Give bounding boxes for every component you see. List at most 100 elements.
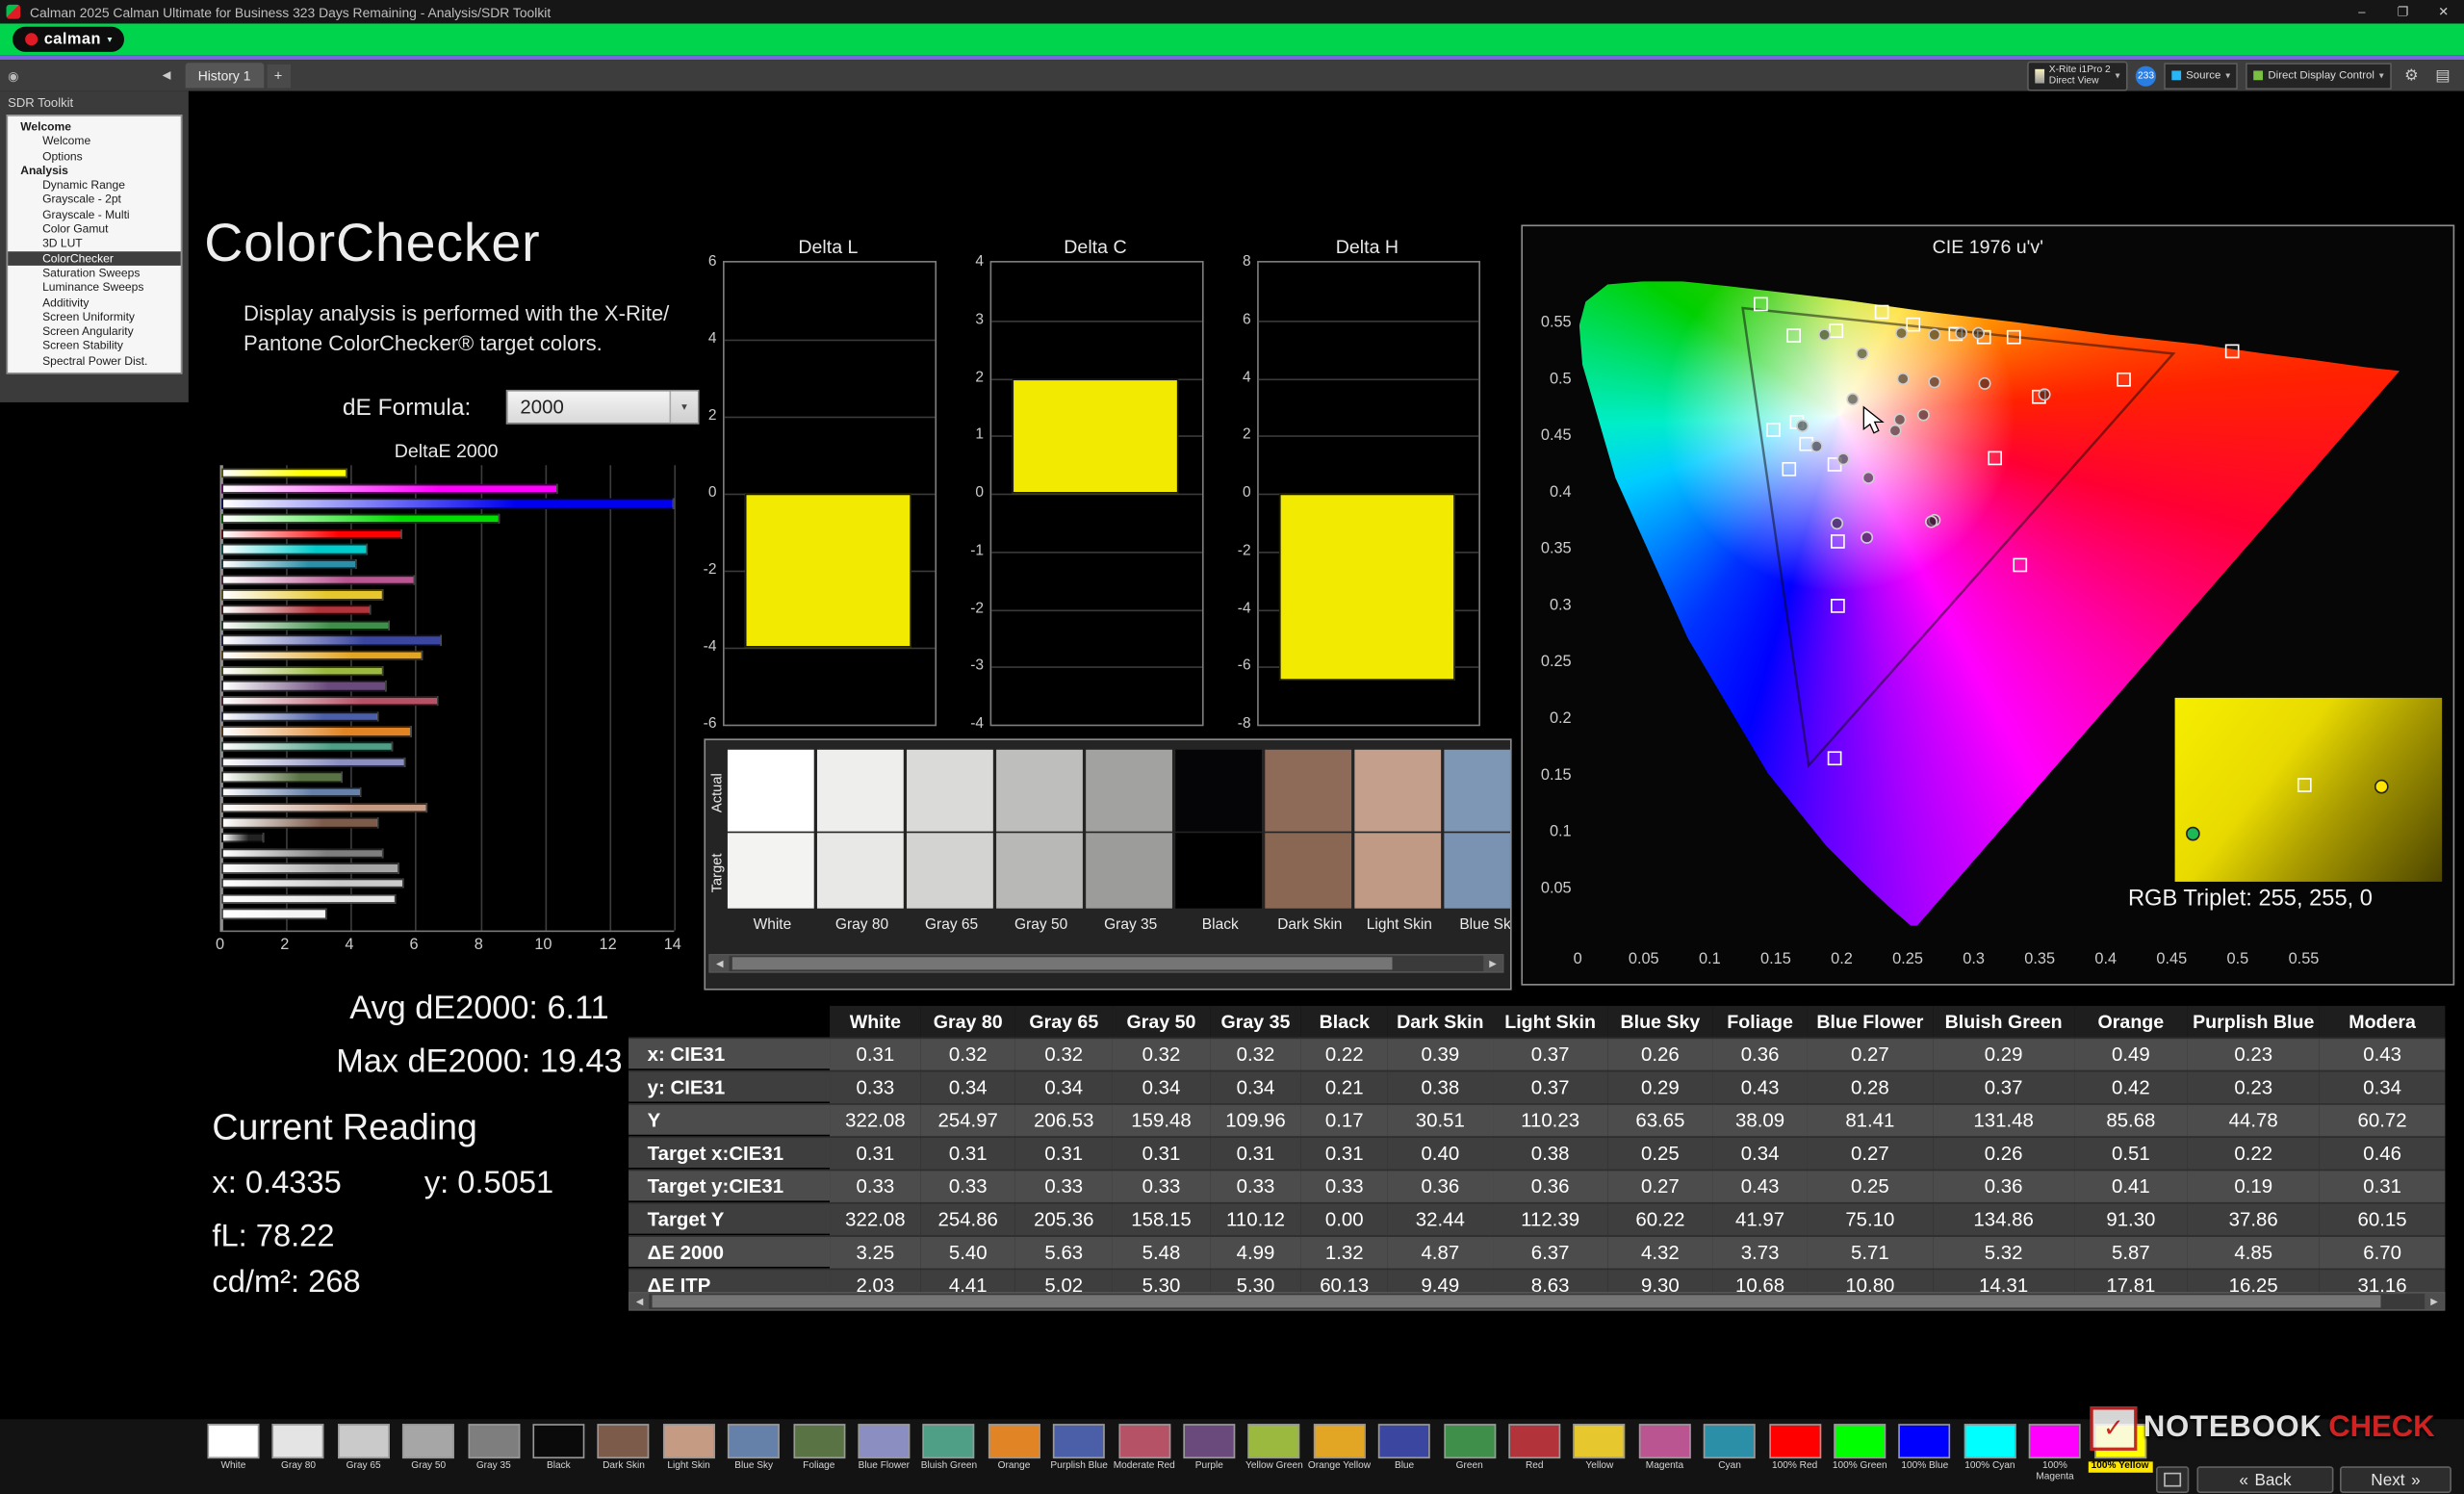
sidebar-item-spectral-power-dist[interactable]: Spectral Power Dist. — [8, 353, 181, 368]
table-row-label-y: Y — [629, 1103, 830, 1135]
session-icon[interactable]: ◉ — [8, 68, 18, 83]
close-button[interactable]: ✕ — [2424, 0, 2464, 23]
table-col-header-orange: Orange — [2074, 1006, 2188, 1038]
sidebar-item-saturation-sweeps[interactable]: Saturation Sweeps — [8, 266, 181, 280]
screen: Calman 2025 Calman Ultimate for Business… — [0, 0, 2464, 1494]
bottom-swatch-100-green[interactable] — [1834, 1424, 1886, 1458]
window-mode-button[interactable] — [2156, 1466, 2189, 1493]
table-cell: 6.37 — [1493, 1235, 1607, 1268]
bottom-swatch-label-100-green: 100% Green — [1828, 1461, 1892, 1472]
maximize-button[interactable]: ❐ — [2382, 0, 2423, 23]
bottom-swatch-red[interactable] — [1508, 1424, 1560, 1458]
bottom-swatch-100-magenta[interactable] — [2029, 1424, 2081, 1458]
bottom-swatch-black[interactable] — [532, 1424, 584, 1458]
table-cell: 322.08 — [830, 1202, 921, 1235]
sidebar-item-options[interactable]: Options — [8, 148, 181, 163]
bottom-swatch-yellow[interactable] — [1574, 1424, 1626, 1458]
bottom-swatch-yellow-green[interactable] — [1248, 1424, 1300, 1458]
minimize-button[interactable]: – — [2342, 0, 2382, 23]
cie-x-tick: 0.2 — [1818, 951, 1865, 968]
deltae-bar-gray-80 — [221, 894, 396, 904]
patch-strip-scrollbar-left-arrow[interactable]: ◀ — [710, 956, 730, 971]
display-control-selector[interactable]: Direct Display Control ▾ — [2246, 62, 2392, 89]
bottom-swatch-purple[interactable] — [1183, 1424, 1235, 1458]
bottom-swatch-blue[interactable] — [1378, 1424, 1430, 1458]
table-scrollbar-thumb[interactable] — [653, 1295, 2381, 1307]
bottom-swatch-gray-50[interactable] — [402, 1424, 454, 1458]
bottom-swatch-foliage[interactable] — [793, 1424, 845, 1458]
sidebar-item-color-gamut[interactable]: Color Gamut — [8, 221, 181, 236]
delta-y-tick: -2 — [952, 600, 984, 617]
table-scrollbar-left-arrow[interactable]: ◀ — [630, 1294, 650, 1309]
bottom-swatch-magenta[interactable] — [1639, 1424, 1691, 1458]
table-cell: 0.43 — [1713, 1070, 1808, 1103]
deltae-bar-purple — [221, 682, 386, 691]
sidebar-item-welcome[interactable]: Welcome — [8, 119, 181, 134]
sidebar-item-analysis[interactable]: Analysis — [8, 164, 181, 178]
bottom-swatch-gray-35[interactable] — [468, 1424, 520, 1458]
source-selector[interactable]: Source ▾ — [2164, 62, 2238, 89]
sidebar-item-screen-angularity[interactable]: Screen Angularity — [8, 324, 181, 339]
sidebar-item-grayscale-multi[interactable]: Grayscale - Multi — [8, 207, 181, 221]
sidebar-item-screen-uniformity[interactable]: Screen Uniformity — [8, 309, 181, 323]
next-button[interactable]: Next » — [2340, 1466, 2451, 1493]
table-cell: 0.38 — [1388, 1070, 1493, 1103]
table-cell: 60.15 — [2320, 1202, 2446, 1235]
patch-strip-scrollbar-right-arrow[interactable]: ▶ — [1483, 956, 1502, 971]
sidebar-item-luminance-sweeps[interactable]: Luminance Sweeps — [8, 280, 181, 295]
bottom-swatch-green[interactable] — [1444, 1424, 1496, 1458]
bottom-swatch-orange-yellow[interactable] — [1314, 1424, 1366, 1458]
bottom-swatch-dark-skin[interactable] — [598, 1424, 650, 1458]
workspace-layout-button[interactable]: ▤ — [2431, 64, 2454, 87]
deltae-gridline — [480, 465, 482, 930]
delta-y-tick: 2 — [952, 369, 984, 386]
sidebar-item-colorchecker[interactable]: ColorChecker — [8, 251, 181, 266]
settings-gear-button[interactable]: ⚙ — [2400, 64, 2423, 87]
bottom-swatch-bluish-green[interactable] — [923, 1424, 975, 1458]
deltae-chart-title: DeltaE 2000 — [220, 440, 673, 462]
bottom-swatch-orange[interactable] — [988, 1424, 1040, 1458]
patch-strip-scrollbar-thumb[interactable] — [732, 957, 1393, 969]
bottom-swatch-purplish-blue[interactable] — [1053, 1424, 1105, 1458]
calman-menu-button[interactable]: calman ▾ — [13, 27, 124, 52]
add-tab-button[interactable]: + — [267, 64, 290, 87]
patch-strip-scrollbar[interactable]: ◀▶ — [708, 954, 1503, 973]
sidebar-item-additivity[interactable]: Additivity — [8, 295, 181, 309]
bottom-swatch-blue-flower[interactable] — [858, 1424, 910, 1458]
bottom-swatch-100-blue[interactable] — [1899, 1424, 1951, 1458]
table-scrollbar[interactable]: ◀▶ — [629, 1292, 2445, 1311]
bottom-swatch-light-skin[interactable] — [663, 1424, 715, 1458]
bottom-swatch-gray-65[interactable] — [338, 1424, 390, 1458]
delta-y-tick: -3 — [952, 657, 984, 675]
table-cell: 0.49 — [2074, 1038, 2188, 1070]
bottom-swatch-blue-sky[interactable] — [728, 1424, 780, 1458]
sidebar-item-screen-stability[interactable]: Screen Stability — [8, 339, 181, 353]
table-row-label-target-x-cie31: Target x:CIE31 — [629, 1136, 830, 1168]
bottom-swatch-moderate-red[interactable] — [1118, 1424, 1170, 1458]
patch-target-blue-sky — [1444, 833, 1511, 908]
bottom-swatch-100-red[interactable] — [1769, 1424, 1821, 1458]
table-scrollbar-right-arrow[interactable]: ▶ — [2425, 1294, 2444, 1309]
bottom-swatch-100-cyan[interactable] — [1964, 1424, 2015, 1458]
back-button[interactable]: « Back — [2196, 1466, 2333, 1493]
sidebar-item-grayscale-2pt[interactable]: Grayscale - 2pt — [8, 193, 181, 207]
bottom-swatch-gray-80[interactable] — [272, 1424, 324, 1458]
meter-selector[interactable]: X-Rite i1Pro 2 Direct View ▾ — [2027, 61, 2128, 90]
cie-target-marker — [2116, 372, 2130, 386]
de-formula-dropdown[interactable]: 2000 ▾ — [506, 390, 700, 425]
table-cell: 0.29 — [1933, 1038, 2074, 1070]
bottom-swatch-cyan[interactable] — [1704, 1424, 1756, 1458]
bottom-swatch-label-red: Red — [1502, 1461, 1567, 1472]
bottom-swatch-white[interactable] — [208, 1424, 260, 1458]
table-cell: 0.00 — [1301, 1202, 1388, 1235]
sidebar-item-3d-lut[interactable]: 3D LUT — [8, 237, 181, 251]
table-col-header-white: White — [830, 1006, 921, 1038]
sidebar-item-dynamic-range[interactable]: Dynamic Range — [8, 178, 181, 193]
collapse-sidebar-button[interactable]: ◀ — [157, 69, 176, 82]
patch-target-white — [728, 833, 814, 908]
meter-icon — [2035, 68, 2044, 83]
sidebar-item-welcome[interactable]: Welcome — [8, 134, 181, 148]
tab-history-1[interactable]: History 1 — [186, 63, 264, 88]
bottom-swatch-label-yellow: Yellow — [1567, 1461, 1631, 1472]
window-title: Calman 2025 Calman Ultimate for Business… — [30, 4, 2342, 19]
